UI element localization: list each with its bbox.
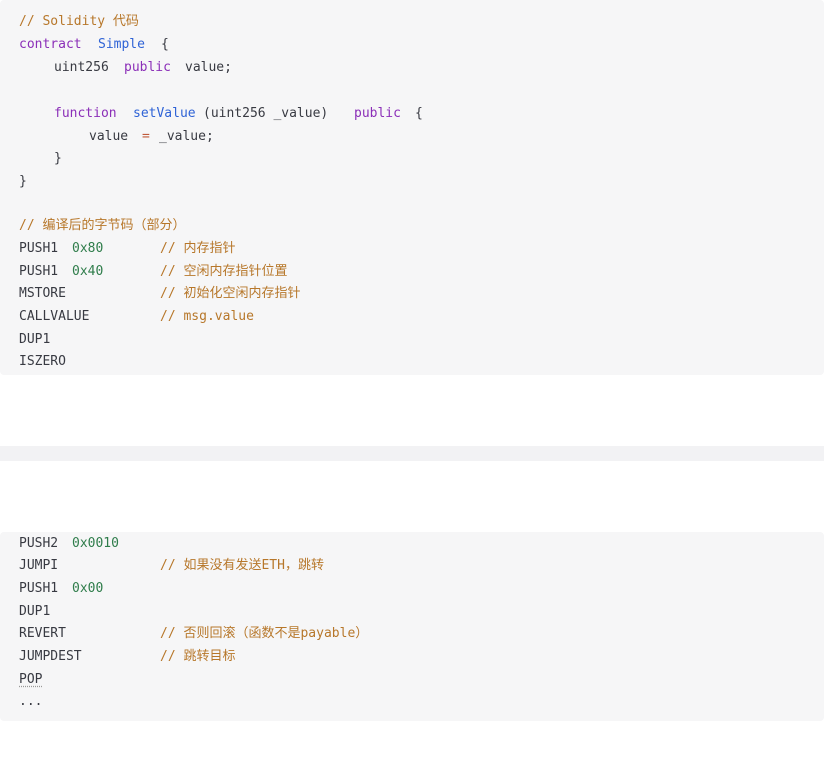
- opcode: JUMPDEST: [19, 649, 82, 664]
- opcode-comment: // 如果没有发送ETH，跳转: [160, 558, 324, 573]
- opcode: MSTORE: [19, 286, 66, 301]
- opcode-comment: // 初始化空闲内存指针: [160, 286, 301, 301]
- opcode: CALLVALUE: [19, 309, 90, 324]
- code-punct: }: [54, 151, 62, 166]
- code-block-top: // Solidity 代码 contract Simple { uint256…: [0, 0, 824, 375]
- code-line: value = _value;: [0, 126, 214, 148]
- bytecode-row: JUMPI // 如果没有发送ETH，跳转: [0, 555, 324, 577]
- code-comment: // Solidity 代码: [19, 14, 139, 29]
- code-line: }: [0, 148, 62, 170]
- bytecode-row: MSTORE // 初始化空闲内存指针: [0, 283, 300, 305]
- code-punct: {: [415, 106, 423, 121]
- bytecode-row: PUSH1 0x40 // 空闲内存指针位置: [0, 261, 287, 283]
- code-type: uint256: [54, 60, 109, 75]
- code-line: // Solidity 代码: [0, 11, 139, 33]
- opcode: DUP1: [19, 332, 51, 347]
- code-text: (uint256 _value): [203, 106, 329, 121]
- bytecode-row: POP: [0, 669, 42, 691]
- code-text: _value;: [159, 129, 214, 144]
- bytecode-row: ISZERO: [0, 351, 66, 373]
- code-keyword: function: [54, 106, 117, 121]
- bytecode-row: JUMPDEST // 跳转目标: [0, 646, 235, 668]
- opcode: PUSH1: [19, 264, 59, 279]
- ellipsis: ...: [19, 694, 43, 709]
- code-identifier: setValue: [133, 106, 196, 121]
- code-line: }: [0, 171, 31, 193]
- opcode: ISZERO: [19, 354, 66, 369]
- code-comment: // 编译后的字节码（部分）: [19, 218, 186, 233]
- code-keyword: public: [354, 106, 401, 121]
- opcode: PUSH1: [19, 581, 59, 596]
- code-punct: }: [19, 174, 27, 189]
- opcode: JUMPI: [19, 558, 59, 573]
- opcode-comment: // 空闲内存指针位置: [160, 264, 288, 279]
- opcode: PUSH1: [19, 241, 59, 256]
- opcode-comment: // 否则回滚（函数不是payable）: [160, 626, 369, 641]
- bytecode-row: PUSH1 0x80 // 内存指针: [0, 238, 235, 260]
- bytecode-row: CALLVALUE // msg.value: [0, 306, 254, 328]
- opcode-comment: // msg.value: [160, 309, 254, 324]
- bytecode-row: DUP1: [0, 329, 50, 351]
- code-block-bottom: PUSH2 0x0010 JUMPI // 如果没有发送ETH，跳转 PUSH1…: [0, 532, 824, 721]
- code-line: // 编译后的字节码（部分）: [0, 215, 185, 237]
- code-operator: =: [142, 129, 150, 144]
- code-keyword: contract: [19, 37, 82, 52]
- code-line: contract Simple {: [0, 34, 169, 56]
- opcode-arg: 0x00: [72, 581, 104, 596]
- code-keyword: public: [124, 60, 171, 75]
- bytecode-row: PUSH2 0x0010: [0, 533, 119, 555]
- bytecode-row: DUP1: [0, 601, 50, 623]
- opcode: DUP1: [19, 604, 51, 619]
- bytecode-row: PUSH1 0x00: [0, 578, 103, 600]
- code-line: uint256 public value;: [0, 57, 232, 79]
- opcode-comment: // 内存指针: [160, 241, 236, 256]
- code-identifier: Simple: [98, 37, 145, 52]
- code-block-fragment: [0, 446, 824, 461]
- opcode: POP: [19, 672, 43, 687]
- code-punct: {: [161, 37, 169, 52]
- opcode: PUSH2: [19, 536, 59, 551]
- bytecode-row: REVERT // 否则回滚（函数不是payable）: [0, 623, 368, 645]
- opcode-arg: 0x40: [72, 264, 104, 279]
- code-text: value;: [185, 60, 232, 75]
- opcode: REVERT: [19, 626, 66, 641]
- bytecode-row: ...: [0, 691, 42, 713]
- code-line: function setValue (uint256 _value) publi…: [0, 103, 423, 125]
- opcode-comment: // 跳转目标: [160, 649, 236, 664]
- code-text: value: [89, 129, 129, 144]
- opcode-arg: 0x80: [72, 241, 104, 256]
- opcode-arg: 0x0010: [72, 536, 119, 551]
